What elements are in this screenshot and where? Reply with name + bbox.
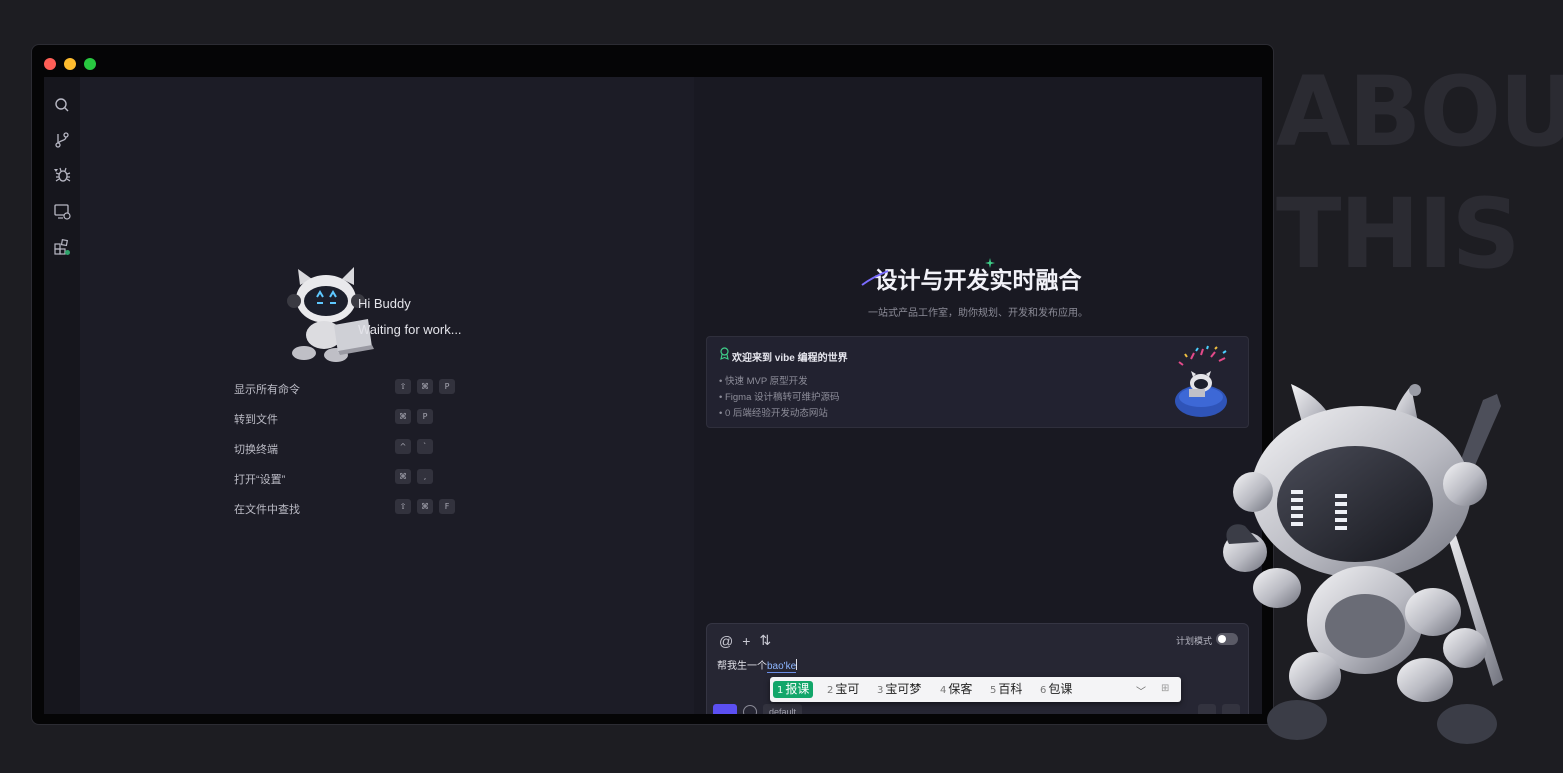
shortcut-keys: ^ `: [395, 439, 433, 454]
sort-icon[interactable]: ⇅: [759, 632, 771, 649]
ime-candidate-bar: 1 报课 2 宝可 3 宝可梦 4 保客 5 百科 6 包课 ﹀ ⊞: [770, 677, 1181, 702]
intro-bullet-text: Figma 设计稿转可维护源码: [724, 392, 840, 403]
command-label: 在文件中查找: [234, 504, 300, 516]
remote-explorer-icon[interactable]: [52, 201, 72, 221]
candidate-number: 3: [877, 685, 884, 696]
status-text: Waiting for work...: [358, 322, 462, 337]
command-label: 转到文件: [234, 414, 278, 426]
text-caret: [796, 659, 798, 670]
command-open-settings[interactable]: 打开“设置” ⌘ ,: [234, 469, 514, 487]
globe-icon[interactable]: [743, 705, 757, 714]
search-icon[interactable]: [52, 95, 72, 115]
background-word-1: ABOU: [1276, 56, 1563, 168]
minimize-window-button[interactable]: [64, 58, 76, 70]
candidate-text: 百科: [998, 682, 1023, 696]
ai-chat-panel: 设计与开发实时融合 一站式产品工作室，助你规划、开发和发布应用。 欢迎来到 vi…: [694, 77, 1262, 714]
debug-icon[interactable]: [52, 165, 72, 185]
award-icon: [720, 347, 729, 360]
candidate-number: 2: [827, 685, 834, 696]
candidate-number: 5: [990, 685, 997, 696]
command-toggle-terminal[interactable]: 切换终端 ^ `: [234, 439, 514, 457]
shortcut-keys: ⌘ P: [395, 409, 433, 424]
editor-welcome-panel: Hi Buddy Waiting for work... 显示所有命令 ⇧ ⌘ …: [80, 77, 694, 714]
command-label: 切换终端: [234, 444, 278, 456]
extensions-icon[interactable]: [52, 237, 72, 257]
cmd-key: ⌘: [417, 499, 433, 514]
command-show-all[interactable]: 显示所有命令 ⇧ ⌘ P: [234, 379, 514, 397]
grid-icon[interactable]: ⊞: [1161, 683, 1169, 694]
command-label: 打开“设置”: [234, 474, 286, 486]
hero-subtitle: 一站式产品工作室，助你规划、开发和发布应用。: [868, 308, 1088, 319]
intro-bullet-text: 快速 MVP 原型开发: [724, 376, 808, 387]
app-window: Hi Buddy Waiting for work... 显示所有命令 ⇧ ⌘ …: [31, 44, 1274, 725]
chat-input-field[interactable]: 帮我生一个bao'ke: [717, 657, 798, 673]
command-label: 显示所有命令: [234, 384, 300, 396]
candidate-text: 报课: [785, 682, 810, 696]
plan-mode-label: 计划模式: [1175, 636, 1212, 646]
cmd-key: ⌘: [395, 409, 411, 424]
intro-bullet: • 0 后端经验开发动态网站: [719, 408, 828, 419]
cmd-key: ⌘: [395, 469, 411, 484]
p-key: P: [439, 379, 455, 394]
window-controls: [44, 58, 96, 70]
add-context-button[interactable]: +: [742, 633, 750, 649]
shift-key: ⇧: [395, 379, 411, 394]
ime-candidate[interactable]: 3 宝可梦: [877, 681, 921, 698]
intro-bullet-text: 0 后端经验开发动态网站: [724, 408, 828, 419]
sparkle-icon: [985, 258, 995, 268]
candidate-text: 包课: [1048, 682, 1073, 696]
command-go-to-file[interactable]: 转到文件 ⌘ P: [234, 409, 514, 427]
f-key: F: [439, 499, 455, 514]
chat-toolbar: @ + ⇅: [719, 632, 771, 649]
intro-bullet: • Figma 设计稿转可维护源码: [719, 392, 840, 403]
zoom-window-button[interactable]: [84, 58, 96, 70]
comma-key: ,: [417, 469, 433, 484]
workbench: Hi Buddy Waiting for work... 显示所有命令 ⇧ ⌘ …: [44, 77, 1262, 714]
ime-candidate[interactable]: 2 宝可: [827, 681, 859, 698]
mention-button[interactable]: @: [719, 633, 733, 649]
chat-input-text: 帮我生一个: [717, 661, 767, 672]
hero-title-wrap: 设计与开发实时融合: [694, 258, 1262, 295]
shortcut-keys: ⌘ ,: [395, 469, 433, 484]
cmd-key: ⌘: [417, 379, 433, 394]
intro-card[interactable]: 欢迎来到 vibe 编程的世界 • 快速 MVP 原型开发 • Figma 设计…: [706, 336, 1249, 428]
ime-candidate[interactable]: 5 百科: [990, 681, 1022, 698]
ime-candidate[interactable]: 4 保客: [940, 681, 972, 698]
close-window-button[interactable]: [44, 58, 56, 70]
model-selector[interactable]: default: [763, 704, 803, 714]
shortcut-keys: ⇧ ⌘ F: [395, 499, 455, 514]
candidate-number: 4: [940, 685, 947, 696]
greeting-text: Hi Buddy: [358, 296, 411, 311]
shortcut-keys: ⇧ ⌘ P: [395, 379, 455, 394]
candidate-number: 1: [777, 685, 784, 696]
command-find-in-files[interactable]: 在文件中查找 ⇧ ⌘ F: [234, 499, 514, 517]
shift-key: ⇧: [395, 499, 411, 514]
candidate-text: 宝可梦: [885, 682, 922, 696]
settings-icon[interactable]: [1198, 704, 1216, 714]
ime-candidate-selected[interactable]: 1 报课: [773, 681, 814, 698]
candidate-text: 保客: [948, 682, 973, 696]
background-word-2: THIS: [1276, 178, 1521, 290]
composition-text: bao'ke: [767, 661, 797, 673]
hero-title: 设计与开发实时融合: [874, 268, 1082, 294]
robot-mascot-illustration: [1223, 384, 1503, 744]
backtick-key: `: [417, 439, 433, 454]
swoosh-icon: [861, 270, 889, 286]
chat-bottom-bar: default: [713, 704, 803, 714]
intro-bullet: • 快速 MVP 原型开发: [719, 376, 808, 387]
code-mode-button[interactable]: [713, 704, 737, 714]
ctrl-key: ^: [395, 439, 411, 454]
intro-card-title: 欢迎来到 vibe 编程的世界: [732, 353, 848, 364]
chevron-down-icon[interactable]: ﹀: [1136, 683, 1146, 698]
p-key: P: [417, 409, 433, 424]
mascot-illustration: [276, 265, 378, 365]
source-control-icon[interactable]: [52, 130, 72, 150]
activity-bar: [44, 77, 80, 714]
candidate-number: 6: [1040, 685, 1047, 696]
candidate-text: 宝可: [835, 682, 860, 696]
ime-candidate[interactable]: 6 包课: [1040, 681, 1072, 698]
